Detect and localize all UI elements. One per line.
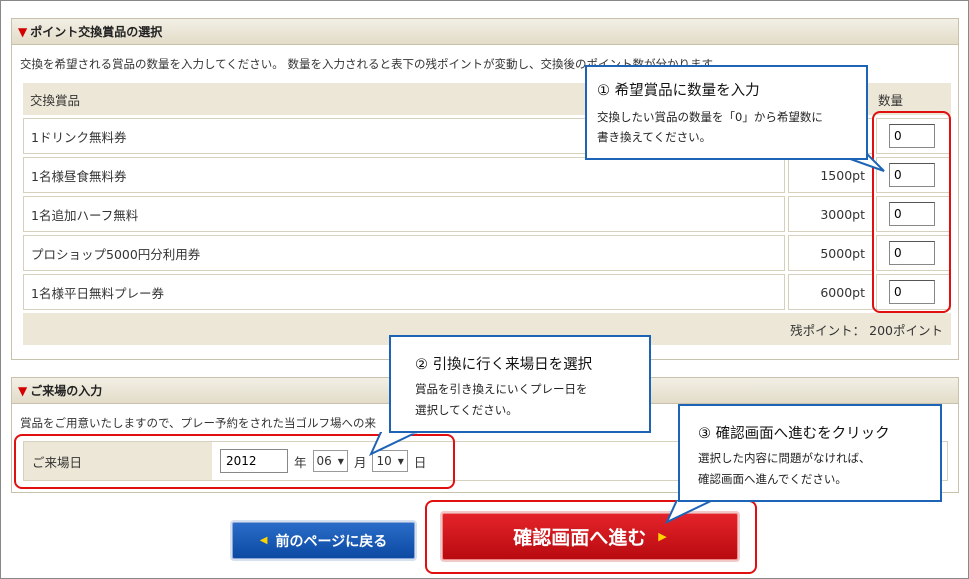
red-triangle-icon: ▼: [18, 24, 28, 39]
callout-1-title: ① 希望賞品に数量を入力: [597, 83, 760, 99]
callout-1: ① 希望賞品に数量を入力 交換したい賞品の数量を「0」から希望数に 書き換えてく…: [585, 65, 868, 160]
callout-2-pointer: [369, 432, 418, 456]
callout-3-title: ③ 確認画面へ進むをクリック: [698, 426, 890, 442]
prize-name: 1名様昼食無料券: [23, 157, 785, 193]
table-row: プロショップ5000円分利用券 5000pt: [23, 235, 951, 271]
table-row: 1名様昼食無料券 1500pt: [23, 157, 951, 193]
points-section-header: ▼ ポイント交換賞品の選択: [12, 19, 958, 45]
visit-section-title: ご来場の入力: [30, 384, 103, 398]
triangle-left-icon: ◀: [259, 535, 268, 546]
points-section-title: ポイント交換賞品の選択: [30, 25, 163, 39]
highlight-quantity-column: [872, 111, 951, 313]
remaining-points: 残ポイント： 200ポイント: [790, 322, 943, 338]
visit-description: 賞品をご用意いたしますので、プレー予約をされた当ゴルフ場への来: [20, 416, 377, 430]
callout-1-line2: 書き換えてください。: [597, 130, 712, 144]
callout-2-line2: 選択してください。: [415, 403, 518, 417]
callout-2-title: ② 引換に行く来場日を選択: [415, 357, 593, 373]
header-item: 交換賞品: [30, 92, 81, 108]
prize-name: 1名様平日無料プレー券: [23, 274, 785, 310]
red-triangle-icon: ▼: [18, 383, 28, 398]
callout-3-line2: 確認画面へ進んでください。: [698, 472, 847, 486]
callout-3-pointer: [665, 500, 714, 524]
callout-2-line1: 賞品を引き換えにいくプレー日を: [415, 382, 588, 396]
back-button-label: 前のページに戻る: [275, 533, 388, 550]
page-frame: ▼ ポイント交換賞品の選択 交換を希望される賞品の数量を入力してください。 数量…: [0, 0, 969, 579]
callout-2: ② 引換に行く来場日を選択 賞品を引き換えにいくプレー日を 選択してください。: [389, 335, 651, 433]
table-row: 1名様平日無料プレー券 6000pt: [23, 274, 951, 310]
prize-name: プロショップ5000円分利用券: [23, 235, 785, 271]
callout-1-line1: 交換したい賞品の数量を「0」から希望数に: [597, 110, 823, 124]
callout-3-line1: 選択した内容に問題がなければ、: [698, 451, 871, 465]
prize-points: 6000pt: [788, 274, 873, 310]
prize-points: 5000pt: [788, 235, 873, 271]
prize-name: 1名追加ハーフ無料: [23, 196, 785, 232]
back-button[interactable]: ◀ 前のページに戻る: [232, 522, 415, 559]
prize-points: 3000pt: [788, 196, 873, 232]
callout-3: ③ 確認画面へ進むをクリック 選択した内容に問題がなければ、 確認画面へ進んでく…: [678, 404, 942, 502]
table-row: 1名追加ハーフ無料 3000pt: [23, 196, 951, 232]
